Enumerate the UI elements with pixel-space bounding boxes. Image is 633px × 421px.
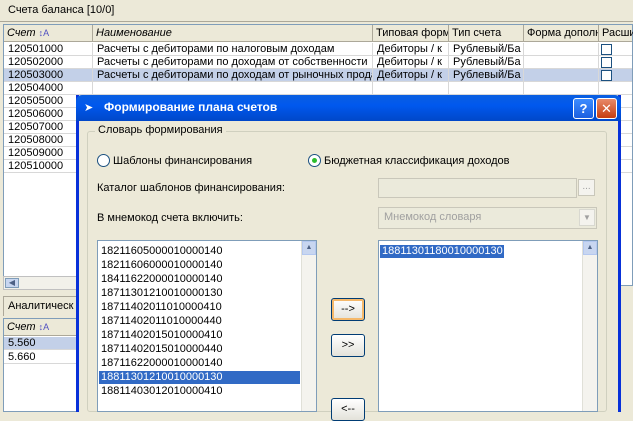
dialog-title: Формирование плана счетов [104,100,278,114]
table-cell [373,82,449,95]
table-row[interactable]: 120502000 Расчеты с дебиторами по доходам… [4,56,632,69]
column-header-name[interactable]: Наименование [93,25,373,42]
list-item[interactable]: 18711301210010000130 [99,287,300,300]
scroll-up-icon[interactable]: ▲ [302,241,316,255]
target-list-scrollbar[interactable]: ▲ [582,241,597,411]
list-item[interactable]: 18711402011010000410 [99,301,300,314]
column-header-account[interactable]: Счет ↕A [4,25,93,42]
move-back-button[interactable]: <-- [331,398,365,421]
column-header-extra-form[interactable]: Форма дополн [524,25,599,42]
table-cell: Рублевый/Ба [449,69,524,82]
mnemo-label: В мнемокод счета включить: [97,212,243,224]
table-cell: Дебиторы / к [373,56,449,69]
row-checkbox[interactable] [601,57,612,68]
sort-icon: ↕A [38,322,50,332]
table-cell: Дебиторы / к [373,43,449,56]
source-list-scrollbar[interactable]: ▲ [301,241,316,411]
list-item[interactable]: 18811301210010000130 [99,371,300,384]
catalog-label: Каталог шаблонов финансирования: [97,182,285,194]
catalog-input[interactable] [378,178,577,198]
row-checkbox[interactable] [601,44,612,55]
radio-templates[interactable] [97,154,110,167]
radio-checked-dot [312,158,317,163]
list-item[interactable]: 18811403012010000410 [99,385,300,398]
table-row[interactable]: 5.660 [4,351,76,364]
scroll-up-icon[interactable]: ▲ [583,241,597,255]
table-cell: Дебиторы / к [373,69,449,82]
table-row[interactable]: 120503000 Расчеты с дебиторами по доходам… [4,69,632,82]
table-cell [524,82,599,95]
column-header-account-2[interactable]: Счет ↕A [4,319,78,336]
list-item[interactable]: 18711402015010000410 [99,329,300,342]
target-list[interactable]: 18811301180010000130 ▲ [378,240,598,412]
source-list[interactable]: 18211605000010000140 18211606000010000140… [97,240,317,412]
table-cell [524,69,599,82]
catalog-browse-button[interactable]: ... [578,179,595,196]
dialog-title-bar[interactable]: ➤ Формирование плана счетов ? ✕ [76,95,621,121]
list-item[interactable]: 18211605000010000140 [99,245,300,258]
move-selected-button[interactable]: --> [331,298,365,321]
table-cell [449,82,524,95]
mnemo-select-value: Мнемокод словаря [384,211,482,223]
horizontal-scrollbar[interactable]: ◀ [3,276,83,290]
chevron-down-icon[interactable]: ▼ [579,209,595,226]
analytics-grid[interactable]: Счет ↕A 5.560 5.660 [3,318,77,412]
list-item[interactable]: 18711402015010000440 [99,343,300,356]
tab-analytics[interactable]: Аналитическ [3,296,78,316]
column-header-type[interactable]: Тип счета [449,25,524,42]
list-item[interactable]: 18811301180010000130 [380,245,504,258]
list-item[interactable]: 18211606000010000140 [99,259,300,272]
column-header-ext[interactable]: Расши [599,25,633,42]
help-button[interactable]: ? [573,98,594,119]
window-title-bar: Счета баланса [10/0] [0,0,633,22]
app-icon: ➤ [84,102,94,114]
move-all-button[interactable]: >> [331,334,365,357]
sort-icon: ↕A [38,28,50,38]
mnemo-select[interactable]: Мнемокод словаря ▼ [378,207,597,229]
analytics-grid-header: Счет ↕A [4,319,76,336]
radio-templates-label[interactable]: Шаблоны финансирования [113,155,252,167]
row-checkbox[interactable] [601,70,612,81]
table-cell: 120503000 [4,69,93,82]
grid-header: Счет ↕A Наименование Типовая форм Тип сче… [4,25,633,42]
list-item[interactable]: 18711622000010000140 [99,357,300,370]
close-button[interactable]: ✕ [596,98,617,119]
table-row[interactable]: 5.560 [4,337,76,350]
table-cell: Расчеты с дебиторами по налоговым дохода… [93,43,373,56]
list-item[interactable]: 18711402011010000440 [99,315,300,328]
table-row[interactable]: 120504000 [4,82,632,95]
table-cell [93,82,373,95]
table-cell: 120504000 [4,82,93,95]
table-cell: Рублевый/Ба [449,56,524,69]
table-cell: Расчеты с дебиторами по доходам от рыноч… [93,69,373,82]
table-cell [524,43,599,56]
column-header-form[interactable]: Типовая форм [373,25,449,42]
table-cell [524,56,599,69]
table-cell: Рублевый/Ба [449,43,524,56]
window-title: Счета баланса [10/0] [8,4,115,16]
table-cell [599,82,633,95]
scroll-left-icon[interactable]: ◀ [5,278,19,288]
table-row[interactable]: 120501000 Расчеты с дебиторами по налогов… [4,43,632,56]
group-label: Словарь формирования [95,124,226,136]
table-cell: 120502000 [4,56,93,69]
radio-budget-label[interactable]: Бюджетная классификация доходов [324,155,510,167]
table-cell: 120501000 [4,43,93,56]
table-cell: Расчеты с дебиторами по доходам от собст… [93,56,373,69]
list-item[interactable]: 18411622000010000140 [99,273,300,286]
radio-budget-classification[interactable] [308,154,321,167]
